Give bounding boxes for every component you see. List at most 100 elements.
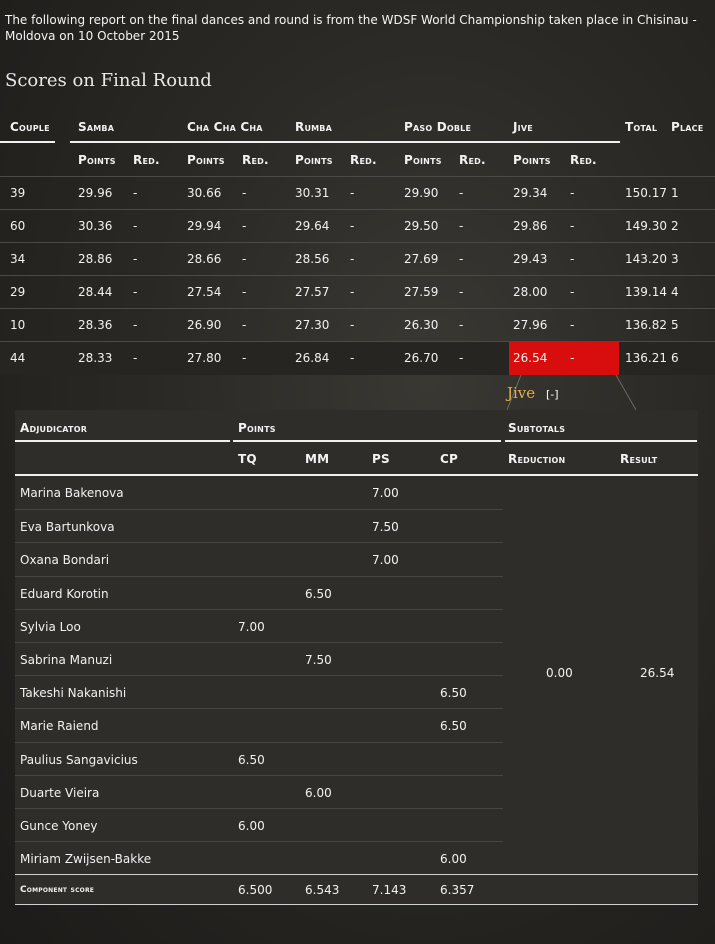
points-cell: 27.54 [187, 285, 222, 299]
reduction-cell: - [242, 318, 247, 332]
header-result: Result [620, 452, 658, 466]
header-ps: PS [372, 452, 390, 466]
adjudicator-row: Duarte Vieira 6.00 [15, 774, 503, 809]
points-cell: 28.36 [78, 318, 113, 332]
component-ps: 7.143 [372, 883, 407, 897]
jive-panel-title: Jive [507, 384, 536, 402]
header-total: Total [625, 120, 658, 134]
points-cell: 26.90 [187, 318, 222, 332]
couple-number: 44 [10, 351, 26, 365]
header-points: Points [295, 153, 333, 167]
points-cell: 30.31 [295, 186, 330, 200]
table-row: 29 28.44 - 27.54 - 27.57 - 27.59 - 28.00 - 139.14 4 [0, 275, 715, 309]
header-red: Red. [350, 153, 377, 167]
ps-cell: 7.00 [372, 553, 399, 568]
header-chachacha: Cha Cha Cha [187, 120, 263, 134]
reduction-cell: - [570, 351, 575, 365]
couple-number: 10 [10, 318, 26, 332]
table-row[interactable]: 44 28.33 - 27.80 - 26.84 - 26.70 - 26.54 - 136.21 6 [0, 341, 715, 375]
reduction-cell: - [133, 351, 138, 365]
couple-number: 29 [10, 285, 26, 299]
points-cell: 28.66 [187, 252, 222, 266]
adjudicator-name: Sylvia Loo [20, 619, 81, 634]
adjudicator-row: Gunce Yoney 6.00 [15, 808, 503, 842]
adjudicator-name: Oxana Bondari [20, 553, 110, 568]
total-cell: 149.30 [625, 219, 667, 233]
header-red: Red. [570, 153, 597, 167]
adjudicator-row: Takeshi Nakanishi 6.50 [15, 675, 503, 709]
reduction-cell: - [350, 252, 355, 266]
header-pasodoble: Paso Doble [404, 120, 472, 134]
reduction-cell: - [242, 351, 247, 365]
reduction-cell: - [242, 219, 247, 233]
adjudicator-name: Miriam Zwijsen-Bakke [20, 852, 152, 867]
total-cell: 150.17 [625, 186, 667, 200]
points-cell: 26.84 [295, 351, 330, 365]
header-divider [233, 440, 501, 442]
points-cell: 28.33 [78, 351, 113, 365]
reduction-cell: - [459, 285, 464, 299]
points-cell: 29.96 [78, 186, 113, 200]
header-red: Red. [242, 153, 269, 167]
points-cell: 27.96 [513, 318, 548, 332]
header-jive: Jive [513, 120, 533, 134]
total-cell: 139.14 [625, 285, 667, 299]
reduction-cell: - [350, 219, 355, 233]
points-cell: 27.59 [404, 285, 439, 299]
header-place: Place [671, 120, 704, 134]
adjudicator-name: Gunce Yoney [20, 819, 98, 833]
reduction-cell: - [350, 351, 355, 365]
adjudicator-name: Eduard Korotin [20, 586, 109, 601]
header-points: Points [404, 153, 442, 167]
adjudicator-row: Paulius Sangavicius 6.50 [15, 741, 503, 776]
reduction-cell: - [350, 318, 355, 332]
reduction-cell: - [133, 219, 138, 233]
mm-cell: 6.50 [305, 586, 332, 601]
tq-cell: 7.00 [238, 619, 265, 634]
reduction-cell: - [350, 285, 355, 299]
header-points: Points [238, 421, 276, 435]
table-header-dances: Couple Samba Cha Cha Cha Rumba Paso Dobl… [0, 110, 715, 143]
cp-cell: 6.50 [440, 719, 467, 734]
adjudicator-row: Eduard Korotin 6.50 [15, 575, 503, 610]
place-cell: 1 [671, 186, 679, 200]
adjudicator-row: Oxana Bondari 7.00 [15, 542, 503, 576]
total-cell: 136.21 [625, 351, 667, 365]
couple-number: 60 [10, 219, 26, 233]
reduction-cell: - [242, 285, 247, 299]
adjudicator-name: Takeshi Nakanishi [20, 686, 127, 701]
table-row: 34 28.86 - 28.66 - 28.56 - 27.69 - 29.43 - 143.20 3 [0, 242, 715, 276]
points-cell: 28.56 [295, 252, 330, 266]
header-red: Red. [459, 153, 486, 167]
header-points: Points [78, 153, 116, 167]
reduction-cell: - [459, 252, 464, 266]
section-title: Scores on Final Round [5, 70, 212, 91]
points-cell: 26.70 [404, 351, 439, 365]
reduction-cell: - [570, 252, 575, 266]
component-score-row: Component score 6.500 6.543 7.143 6.357 [15, 874, 698, 905]
points-cell: 29.34 [513, 186, 548, 200]
points-cell: 30.36 [78, 219, 113, 233]
reduction-cell: - [133, 252, 138, 266]
points-cell: 29.86 [513, 219, 548, 233]
couple-number: 39 [10, 186, 26, 200]
points-cell: 26.54 [513, 351, 548, 365]
table-row: 10 28.36 - 26.90 - 27.30 - 26.30 - 27.96 - 136.82 5 [0, 308, 715, 342]
reduction-cell: - [133, 285, 138, 299]
adjudicator-row: Marie Raiend 6.50 [15, 708, 503, 742]
header-divider [15, 440, 230, 442]
intro-text: The following report on the final dances… [5, 13, 697, 43]
couple-number: 34 [10, 252, 26, 266]
header-points: Points [513, 153, 551, 167]
header-divider [505, 440, 697, 442]
points-cell: 29.43 [513, 252, 548, 266]
table-row: 39 29.96 - 30.66 - 30.31 - 29.90 - 29.34 - 150.17 1 [0, 176, 715, 210]
collapse-toggle[interactable]: [-] [546, 388, 559, 401]
adjudicator-row: Marina Bakenova 7.00 [15, 476, 503, 509]
points-cell: 26.30 [404, 318, 439, 332]
reduction-cell: - [133, 318, 138, 332]
header-tq: TQ [238, 452, 257, 466]
reduction-cell: - [459, 186, 464, 200]
points-cell: 28.44 [78, 285, 113, 299]
adjudicator-name: Marie Raiend [20, 719, 99, 734]
